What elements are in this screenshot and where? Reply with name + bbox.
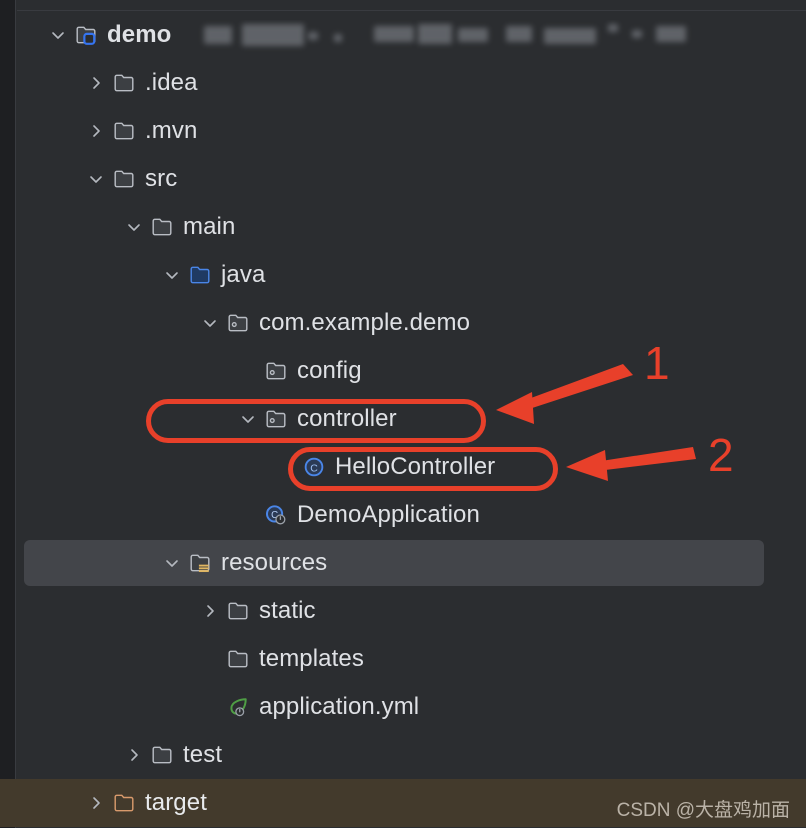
tree-item-label: resources	[221, 549, 328, 576]
annotation-box-controller	[146, 399, 486, 443]
tree-item-label: .idea	[145, 69, 198, 96]
tree-item-templates[interactable]: templates	[17, 635, 806, 683]
tree-item-label: target	[145, 789, 207, 816]
twisty-placeholder	[197, 635, 223, 683]
tree-item-label: DemoApplication	[297, 501, 480, 528]
folder-icon	[109, 107, 139, 155]
redacted-block	[204, 26, 232, 44]
chevron-down-icon[interactable]	[159, 539, 185, 587]
spring-boot-class-icon: C	[261, 491, 291, 539]
folder-icon	[223, 587, 253, 635]
tree-item-label: java	[221, 261, 266, 288]
tree-item-java[interactable]: java	[17, 251, 806, 299]
chevron-down-icon[interactable]	[121, 203, 147, 251]
tree-item-config[interactable]: config	[17, 347, 806, 395]
tree-item-main[interactable]: main	[17, 203, 806, 251]
chevron-right-icon[interactable]	[83, 107, 109, 155]
folder-icon	[223, 635, 253, 683]
redacted-block	[308, 32, 318, 40]
resources-folder-icon	[185, 539, 215, 587]
source-root-folder-icon	[185, 251, 215, 299]
excluded-folder-icon	[109, 779, 139, 827]
tree-item-label: .mvn	[145, 117, 198, 144]
tree-item-label: demo	[107, 21, 172, 48]
redacted-block	[632, 30, 642, 38]
twisty-placeholder	[197, 683, 223, 731]
tree-item-label: src	[145, 165, 178, 192]
left-gutter	[0, 0, 16, 828]
folder-icon	[109, 59, 139, 107]
package-icon	[261, 347, 291, 395]
annotation-box-hellocontroller	[288, 447, 558, 491]
tree-item-application-yml[interactable]: application.yml	[17, 683, 806, 731]
tree-item-label: com.example.demo	[259, 309, 471, 336]
tree-item-label: templates	[259, 645, 364, 672]
redacted-block	[608, 24, 618, 32]
chevron-right-icon[interactable]	[83, 779, 109, 827]
redacted-block	[458, 28, 488, 42]
project-tool-window: demo .idea .mvn src main java com.example.demo…	[0, 0, 806, 828]
tree-item-label: application.yml	[259, 693, 420, 720]
chevron-down-icon[interactable]	[159, 251, 185, 299]
redacted-block	[544, 28, 596, 44]
tree-item-resources[interactable]: resources	[17, 539, 806, 587]
tree-item-com-example-demo[interactable]: com.example.demo	[17, 299, 806, 347]
chevron-down-icon[interactable]	[197, 299, 223, 347]
chevron-down-icon[interactable]	[83, 155, 109, 203]
redacted-block	[506, 26, 532, 42]
redacted-block	[242, 24, 304, 46]
redacted-block	[374, 26, 414, 42]
spring-yaml-icon	[223, 683, 253, 731]
chevron-right-icon[interactable]	[197, 587, 223, 635]
redacted-block	[418, 24, 452, 44]
chevron-right-icon[interactable]	[121, 731, 147, 779]
tree-item-label: config	[297, 357, 362, 384]
twisty-placeholder	[235, 491, 261, 539]
annotation-number-2: 2	[708, 429, 734, 481]
tree-item-static[interactable]: static	[17, 587, 806, 635]
tree-item-label: test	[183, 741, 223, 768]
chevron-right-icon[interactable]	[83, 59, 109, 107]
tree-item--mvn[interactable]: .mvn	[17, 107, 806, 155]
package-icon	[223, 299, 253, 347]
tree-item-demoapplication[interactable]: C DemoApplication	[17, 491, 806, 539]
tree-item-src[interactable]: src	[17, 155, 806, 203]
tree-item-test[interactable]: test	[17, 731, 806, 779]
redacted-block	[656, 26, 686, 42]
annotation-number-1: 1	[644, 337, 670, 389]
tree-item-label: static	[259, 597, 316, 624]
csdn-watermark: CSDN @大盘鸡加面	[616, 800, 790, 821]
twisty-placeholder	[235, 347, 261, 395]
folder-icon	[147, 203, 177, 251]
folder-icon	[147, 731, 177, 779]
module-folder-icon	[71, 11, 101, 59]
redacted-path-blur	[196, 20, 696, 54]
redacted-block	[334, 34, 342, 42]
chevron-down-icon[interactable]	[45, 11, 71, 59]
tree-item--idea[interactable]: .idea	[17, 59, 806, 107]
folder-icon	[109, 155, 139, 203]
tree-item-label: main	[183, 213, 236, 240]
